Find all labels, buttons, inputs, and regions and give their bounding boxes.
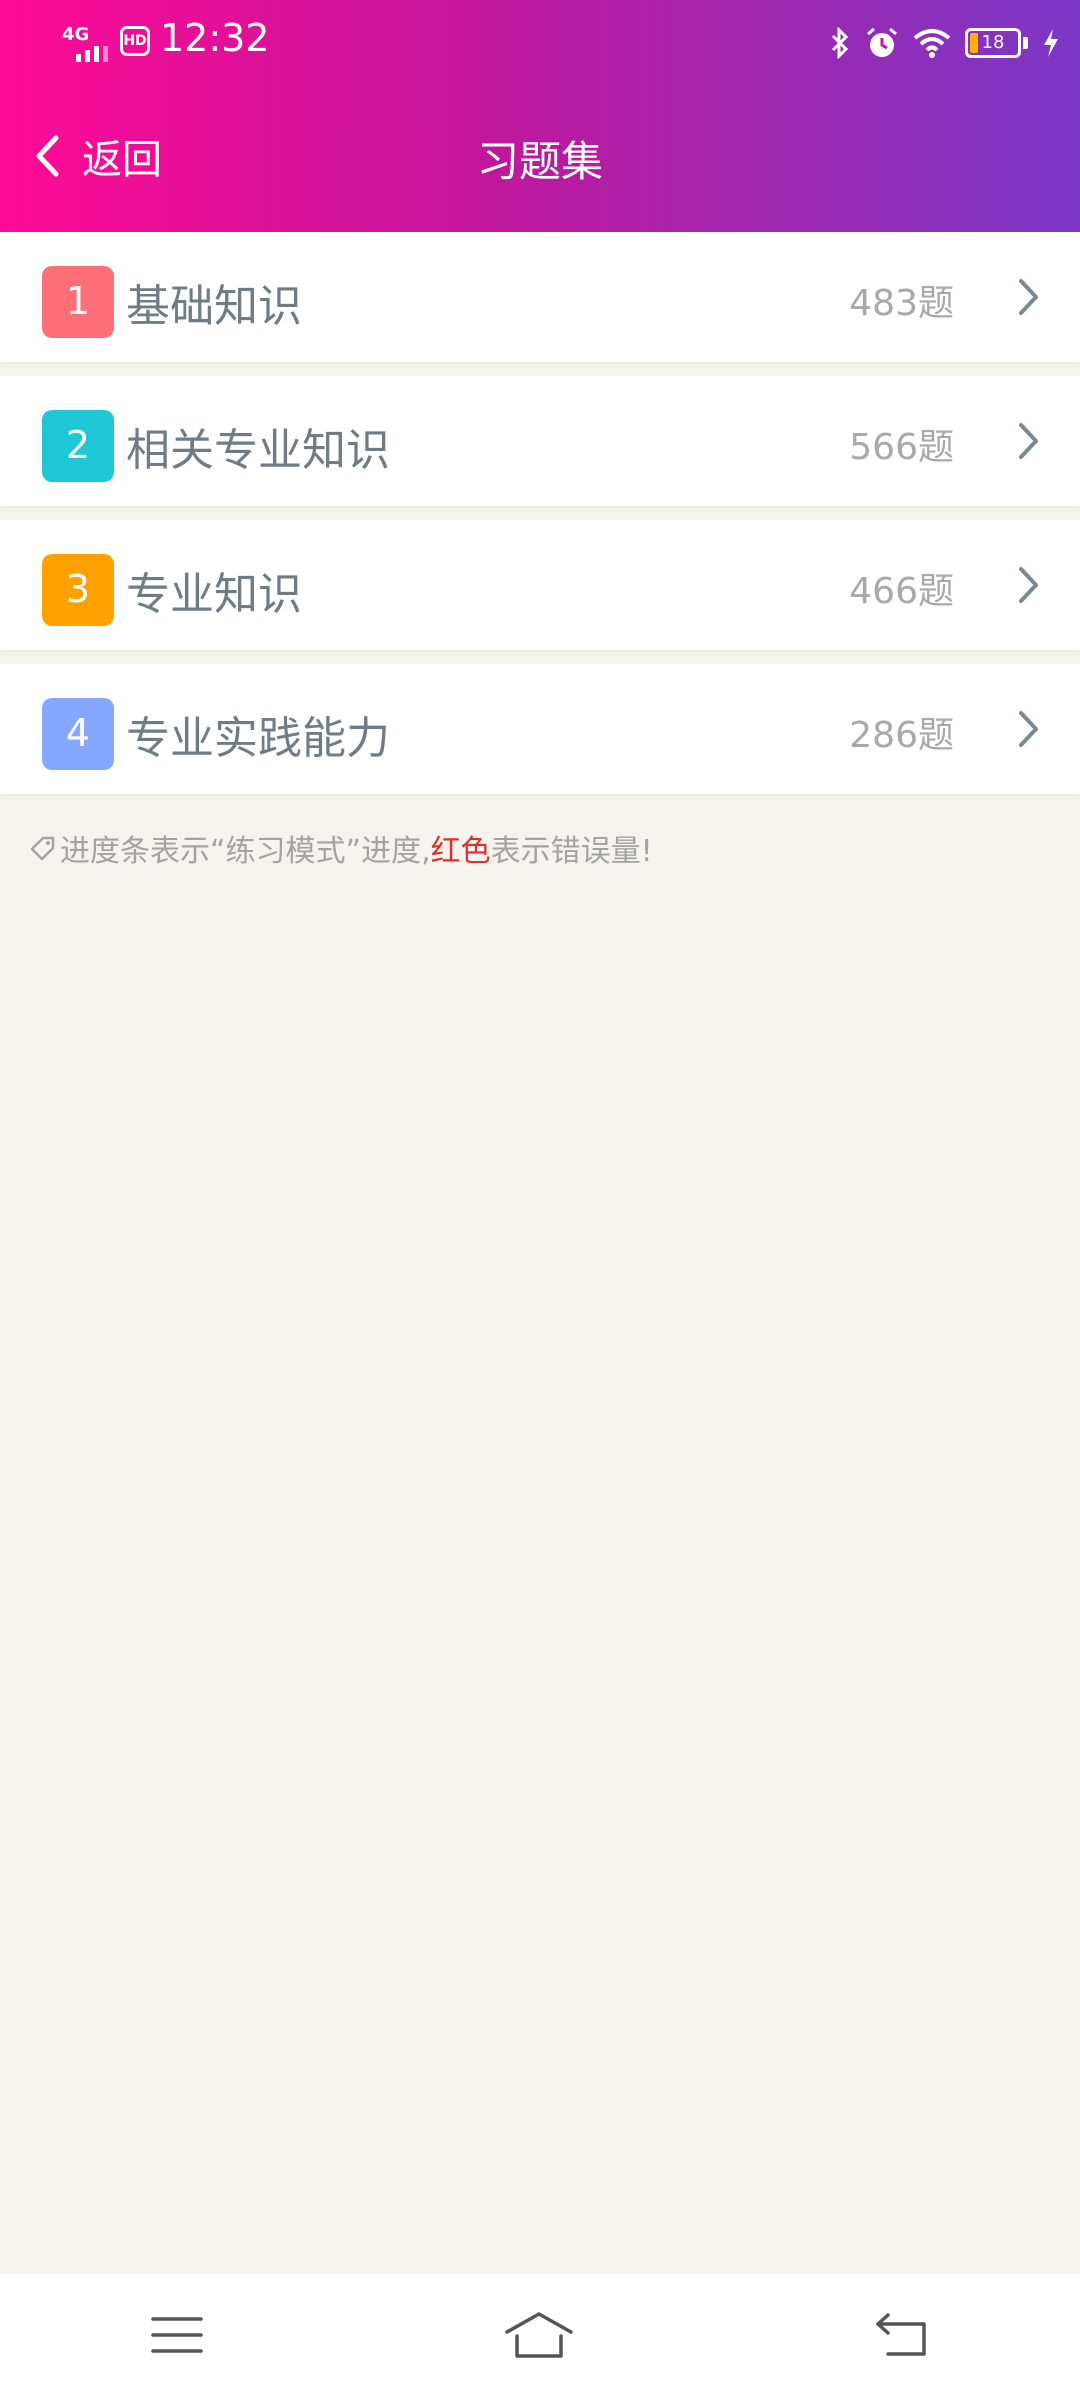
note-red-text: 红色 <box>430 834 491 869</box>
chapter-list: 1 基础知识 483题 2 相关专业知识 566题 3 专业知识 466题 4 … <box>0 232 1080 794</box>
item-count: 286题 <box>849 715 954 756</box>
status-icons: 18 <box>829 18 1060 68</box>
wifi-icon <box>913 29 951 58</box>
progress-note: 进度条表示“练习模式”进度, 红色 表示错误量! <box>28 826 653 870</box>
chevron-right-icon <box>1019 279 1038 315</box>
list-item[interactable]: 2 相关专业知识 566题 <box>0 376 1080 506</box>
chevron-right-icon <box>1019 423 1038 459</box>
home-icon <box>505 2312 573 2358</box>
return-icon <box>876 2313 927 2356</box>
item-count: 483题 <box>849 283 954 324</box>
home-button[interactable] <box>503 2310 575 2364</box>
item-count: 566题 <box>849 427 954 468</box>
battery-tip <box>1023 37 1028 49</box>
nav-bar: 返回 习题集 <box>0 100 1080 212</box>
system-nav-bar <box>0 2274 1080 2400</box>
list-item[interactable]: 1 基础知识 483题 <box>0 232 1080 362</box>
chevron-right-icon <box>1019 711 1038 747</box>
menu-icon <box>150 2317 203 2353</box>
item-title: 专业知识 <box>126 569 302 620</box>
hd-icon: HD <box>120 26 150 56</box>
bluetooth-icon <box>831 27 849 59</box>
page-title: 习题集 <box>476 137 603 186</box>
menu-button[interactable] <box>150 2314 204 2360</box>
app-header: 4G HD 12:32 18 返回 习题集 <box>0 0 1080 232</box>
item-number-badge: 2 <box>42 410 114 482</box>
item-title: 相关专业知识 <box>126 425 390 476</box>
signal-icon: 4G <box>62 24 110 64</box>
list-item[interactable]: 4 专业实践能力 286题 <box>0 664 1080 794</box>
tag-icon <box>30 836 55 861</box>
item-title: 专业实践能力 <box>126 713 390 764</box>
item-number-badge: 1 <box>42 266 114 338</box>
item-title: 基础知识 <box>126 281 302 332</box>
back-nav-button[interactable] <box>874 2312 930 2362</box>
alarm-icon <box>867 27 897 57</box>
battery-level: 18 <box>981 32 1005 53</box>
item-number-badge: 4 <box>42 698 114 770</box>
list-item[interactable]: 3 专业知识 466题 <box>0 520 1080 650</box>
network-label: 4G <box>62 24 90 45</box>
item-number-badge: 3 <box>42 554 114 626</box>
item-count: 466题 <box>849 571 954 612</box>
note-suffix: 表示错误量! <box>490 834 653 869</box>
status-time: 12:32 <box>160 16 270 60</box>
battery-icon: 18 <box>965 28 1021 58</box>
chevron-right-icon <box>1019 567 1038 603</box>
charging-icon <box>1044 29 1058 57</box>
note-prefix: 进度条表示“练习模式”进度, <box>60 834 431 869</box>
status-bar: 4G HD 12:32 18 <box>0 0 1080 86</box>
